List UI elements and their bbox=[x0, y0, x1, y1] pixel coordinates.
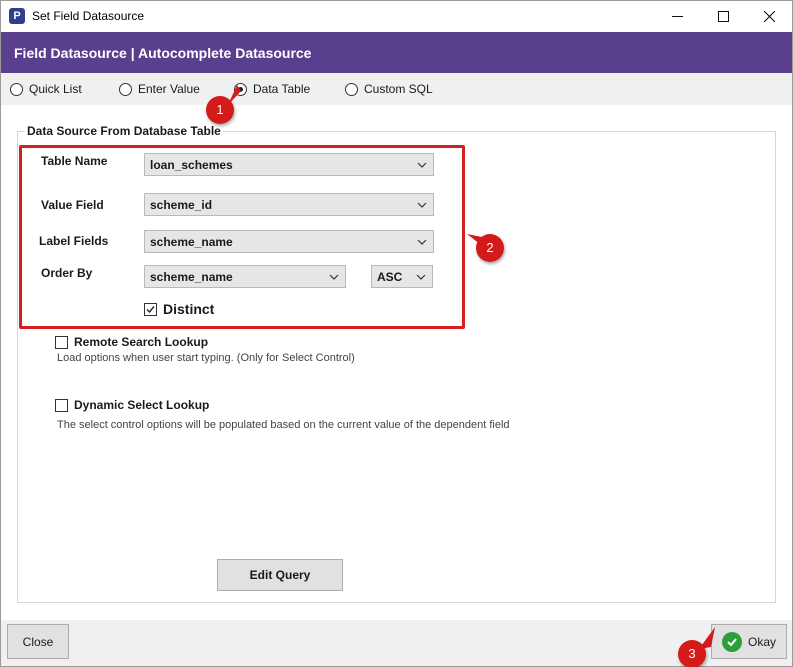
radio-button[interactable] bbox=[10, 82, 23, 96]
radio-button[interactable] bbox=[119, 82, 132, 96]
close-window-button[interactable] bbox=[746, 1, 792, 32]
dialog-footer: Close Okay bbox=[1, 620, 792, 666]
window-title: Set Field Datasource bbox=[32, 9, 145, 23]
radio-button-selected[interactable] bbox=[234, 82, 247, 96]
okay-button[interactable]: Okay bbox=[711, 624, 787, 659]
maximize-button[interactable] bbox=[700, 1, 746, 32]
remote-search-checkbox[interactable] bbox=[55, 335, 68, 349]
radio-label: Quick List bbox=[29, 82, 82, 96]
header-title: Field Datasource | Autocomplete Datasour… bbox=[14, 45, 312, 61]
close-icon bbox=[763, 11, 775, 22]
chevron-down-icon bbox=[417, 239, 427, 245]
close-button[interactable]: Close bbox=[7, 624, 69, 659]
minimize-button[interactable] bbox=[654, 1, 700, 32]
label-fields-label: Label Fields bbox=[39, 234, 109, 248]
radio-label: Enter Value bbox=[138, 82, 200, 96]
table-name-select[interactable]: loan_schemes bbox=[144, 153, 434, 176]
source-type-radio-group: Quick List Enter Value Data Table Custom… bbox=[1, 73, 792, 105]
dynamic-select-checkbox-row[interactable]: Dynamic Select Lookup bbox=[55, 398, 209, 412]
callout-badge-1: 1 bbox=[206, 96, 234, 124]
dynamic-select-checkbox[interactable] bbox=[55, 398, 68, 412]
chevron-down-icon bbox=[417, 162, 427, 168]
minimize-icon bbox=[671, 16, 683, 17]
dynamic-select-help: The select control options will be popul… bbox=[57, 419, 510, 431]
dialog-window: P Set Field Datasource Field Datasource … bbox=[0, 0, 793, 667]
groupbox-title: Data Source From Database Table bbox=[25, 124, 223, 138]
chevron-down-icon bbox=[417, 202, 427, 208]
main-panel: Data Source From Database Table Table Na… bbox=[1, 105, 792, 620]
order-direction-value: ASC bbox=[377, 269, 403, 284]
radio-button[interactable] bbox=[345, 82, 358, 96]
title-bar: P Set Field Datasource bbox=[1, 1, 792, 32]
dynamic-select-label: Dynamic Select Lookup bbox=[74, 398, 210, 412]
distinct-checkbox[interactable] bbox=[144, 302, 157, 316]
order-by-value: scheme_name bbox=[150, 269, 233, 284]
radio-custom-sql[interactable]: Custom SQL bbox=[345, 82, 433, 96]
value-field-label: Value Field bbox=[41, 198, 104, 212]
radio-enter-value[interactable]: Enter Value bbox=[119, 82, 200, 96]
callout-badge-2: 2 bbox=[476, 234, 504, 262]
order-by-select[interactable]: scheme_name bbox=[144, 265, 346, 288]
table-name-label: Table Name bbox=[41, 154, 108, 168]
checkmark-icon bbox=[146, 305, 155, 313]
order-by-label: Order By bbox=[41, 266, 93, 280]
distinct-label: Distinct bbox=[163, 301, 215, 317]
radio-data-table[interactable]: Data Table bbox=[234, 82, 310, 96]
radio-label: Data Table bbox=[253, 82, 311, 96]
table-name-value: loan_schemes bbox=[150, 157, 233, 172]
okay-label: Okay bbox=[747, 634, 776, 649]
value-field-value: scheme_id bbox=[150, 197, 213, 212]
dialog-header: Field Datasource | Autocomplete Datasour… bbox=[1, 32, 792, 73]
remote-search-help: Load options when user start typing. (On… bbox=[57, 352, 355, 364]
order-direction-select[interactable]: ASC bbox=[371, 265, 433, 288]
callout-badge-3: 3 bbox=[678, 640, 706, 667]
radio-label: Custom SQL bbox=[364, 82, 433, 96]
radio-quick-list[interactable]: Quick List bbox=[10, 82, 82, 96]
check-circle-icon bbox=[721, 631, 742, 652]
label-fields-select[interactable]: scheme_name bbox=[144, 230, 434, 253]
maximize-icon bbox=[717, 11, 729, 22]
remote-search-checkbox-row[interactable]: Remote Search Lookup bbox=[55, 335, 208, 349]
edit-query-button[interactable]: Edit Query bbox=[217, 559, 343, 591]
value-field-select[interactable]: scheme_id bbox=[144, 193, 434, 216]
chevron-down-icon bbox=[416, 274, 426, 280]
remote-search-label: Remote Search Lookup bbox=[74, 335, 209, 349]
label-fields-value: scheme_name bbox=[150, 234, 233, 249]
app-icon: P bbox=[9, 8, 25, 24]
chevron-down-icon bbox=[329, 274, 339, 280]
distinct-checkbox-row[interactable]: Distinct bbox=[144, 301, 214, 317]
